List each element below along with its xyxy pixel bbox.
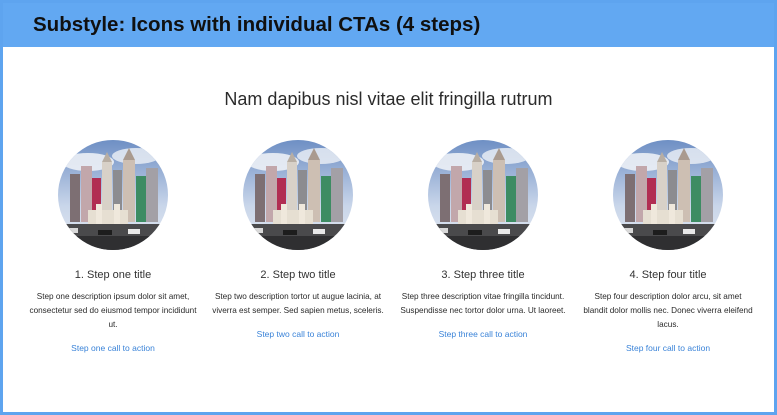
step-description: Step two description tortor ut augue lac… (212, 292, 384, 316)
step-description: Step one description ipsum dolor sit ame… (29, 292, 197, 330)
page-frame: Substyle: Icons with individual CTAs (4 … (0, 0, 777, 415)
step-card-2: 2. Step two title Step two description t… (208, 140, 388, 339)
step-card-1: 1. Step one title Step one description i… (23, 140, 203, 353)
step-title: 3. Step three title (441, 269, 525, 281)
step-description: Step four description dolor arcu, sit am… (583, 292, 753, 330)
step-image (428, 140, 538, 250)
step-cta-link[interactable]: Step four call to action (578, 343, 758, 353)
step-title: 4. Step four title (629, 269, 707, 281)
step-image (58, 140, 168, 250)
step-cta-link[interactable]: Step two call to action (208, 329, 388, 339)
step-image (613, 140, 723, 250)
steps-row: 1. Step one title Step one description i… (3, 3, 774, 412)
step-image (243, 140, 353, 250)
step-cta-link[interactable]: Step three call to action (393, 329, 573, 339)
step-card-3: 3. Step three title Step three descripti… (393, 140, 573, 339)
step-title: 2. Step two title (260, 269, 336, 281)
step-title: 1. Step one title (74, 269, 152, 281)
step-card-4: 4. Step four title Step four description… (578, 140, 758, 353)
step-description: Step three description vitae fringilla t… (400, 292, 566, 316)
step-cta-link[interactable]: Step one call to action (23, 343, 203, 353)
